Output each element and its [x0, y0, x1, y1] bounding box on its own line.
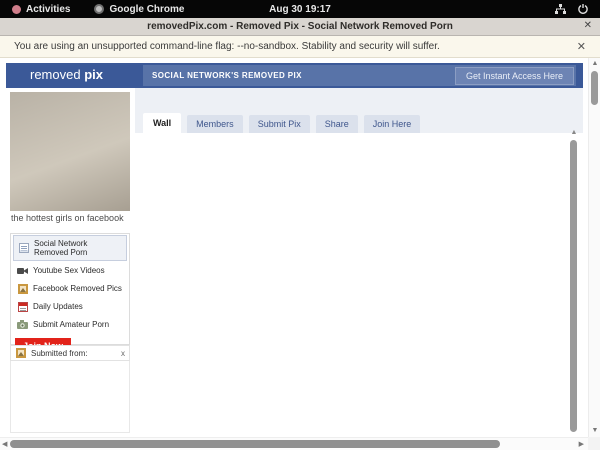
window-title: removedPix.com - Removed Pix - Social Ne… — [147, 21, 453, 32]
sidebar-item-social-network-removed-porn[interactable]: Social Network Removed Porn — [13, 235, 127, 261]
tab-share[interactable]: Share — [315, 115, 358, 133]
tab-members[interactable]: Members — [187, 115, 243, 133]
tab-strip: Wall Members Submit Pix Share Join Here — [135, 88, 583, 133]
infobar-close-icon[interactable]: ✕ — [577, 40, 600, 53]
sidebar-empty-panel — [10, 361, 130, 433]
sidebar-item-youtube-sex-videos[interactable]: Youtube Sex Videos — [13, 262, 127, 279]
sidebar-item-label: Submit Amateur Porn — [33, 320, 110, 329]
scroll-up-icon[interactable]: ▲ — [589, 60, 600, 67]
infobar-message: You are using an unsupported command-lin… — [14, 41, 440, 52]
sidebar-item-label: Social Network Removed Porn — [34, 239, 88, 257]
submitted-from-label: Submitted from: — [31, 348, 88, 358]
tabs: Wall Members Submit Pix Share Join Here — [143, 113, 421, 133]
banner-title: SOCIAL NETWORK'S REMOVED PIX — [152, 71, 302, 80]
submitted-close-icon[interactable]: x — [121, 349, 125, 358]
power-icon[interactable] — [578, 4, 588, 14]
submitted-from-row: Submitted from: x — [10, 345, 130, 361]
video-icon — [17, 265, 28, 276]
site-header: removed pix SOCIAL NETWORK'S REMOVED PIX… — [6, 63, 583, 88]
tab-join-here[interactable]: Join Here — [363, 115, 421, 133]
system-tray — [555, 4, 600, 14]
window-close-icon[interactable]: ✕ — [584, 20, 592, 31]
sidebar-menu: Social Network Removed Porn Youtube Sex … — [10, 233, 130, 354]
browser-title-bar[interactable]: removedPix.com - Removed Pix - Social Ne… — [0, 18, 600, 36]
system-top-bar: Activities Google Chrome Aug 30 19:17 — [0, 0, 600, 18]
header-banner-bar: SOCIAL NETWORK'S REMOVED PIX Get Instant… — [143, 65, 576, 86]
screen: Activities Google Chrome Aug 30 19:17 re… — [0, 0, 600, 450]
profile-photo[interactable] — [10, 92, 130, 211]
photo-icon — [17, 283, 28, 294]
network-icon[interactable] — [555, 4, 566, 14]
page-scrollbar-thumb[interactable] — [591, 71, 598, 105]
scroll-right-icon[interactable]: ▶ — [579, 440, 584, 448]
tab-wall[interactable]: Wall — [143, 113, 182, 133]
logo-text-bold: pix — [84, 67, 103, 82]
scrollbar-corner — [588, 437, 600, 450]
horizontal-scrollbar-thumb[interactable] — [10, 440, 500, 448]
logo-text: removed — [30, 67, 85, 82]
sidebar-item-label: Facebook Removed Pics — [33, 284, 122, 293]
sidebar-item-submit-amateur-porn[interactable]: Submit Amateur Porn — [13, 316, 127, 333]
content-scrollbar-thumb[interactable] — [570, 140, 577, 432]
note-icon — [18, 243, 29, 254]
camera-icon — [17, 319, 28, 330]
sidebar-item-daily-updates[interactable]: Daily Updates — [13, 298, 127, 315]
submitted-photo-icon — [15, 348, 26, 359]
get-access-button[interactable]: Get Instant Access Here — [454, 66, 574, 85]
sidebar-item-label: Youtube Sex Videos — [33, 266, 105, 275]
sidebar-item-label: Daily Updates — [33, 302, 83, 311]
sandbox-warning-infobar: You are using an unsupported command-lin… — [0, 36, 600, 58]
tab-submit-pix[interactable]: Submit Pix — [248, 115, 310, 133]
clock[interactable]: Aug 30 19:17 — [0, 4, 600, 15]
scroll-down-icon[interactable]: ▼ — [589, 427, 600, 434]
site-logo[interactable]: removed pix — [30, 67, 103, 82]
calendar-icon — [17, 301, 28, 312]
content-vertical-scrollbar[interactable]: ▲ — [569, 129, 579, 434]
scroll-up-icon[interactable]: ▲ — [569, 129, 579, 136]
scroll-left-icon[interactable]: ◀ — [2, 440, 7, 448]
horizontal-scrollbar[interactable]: ◀ ▶ — [0, 437, 588, 450]
sidebar-item-facebook-removed-pics[interactable]: Facebook Removed Pics — [13, 280, 127, 297]
photo-caption: the hottest girls on facebook — [11, 213, 124, 223]
page-vertical-scrollbar[interactable]: ▲ ▼ — [588, 58, 600, 437]
